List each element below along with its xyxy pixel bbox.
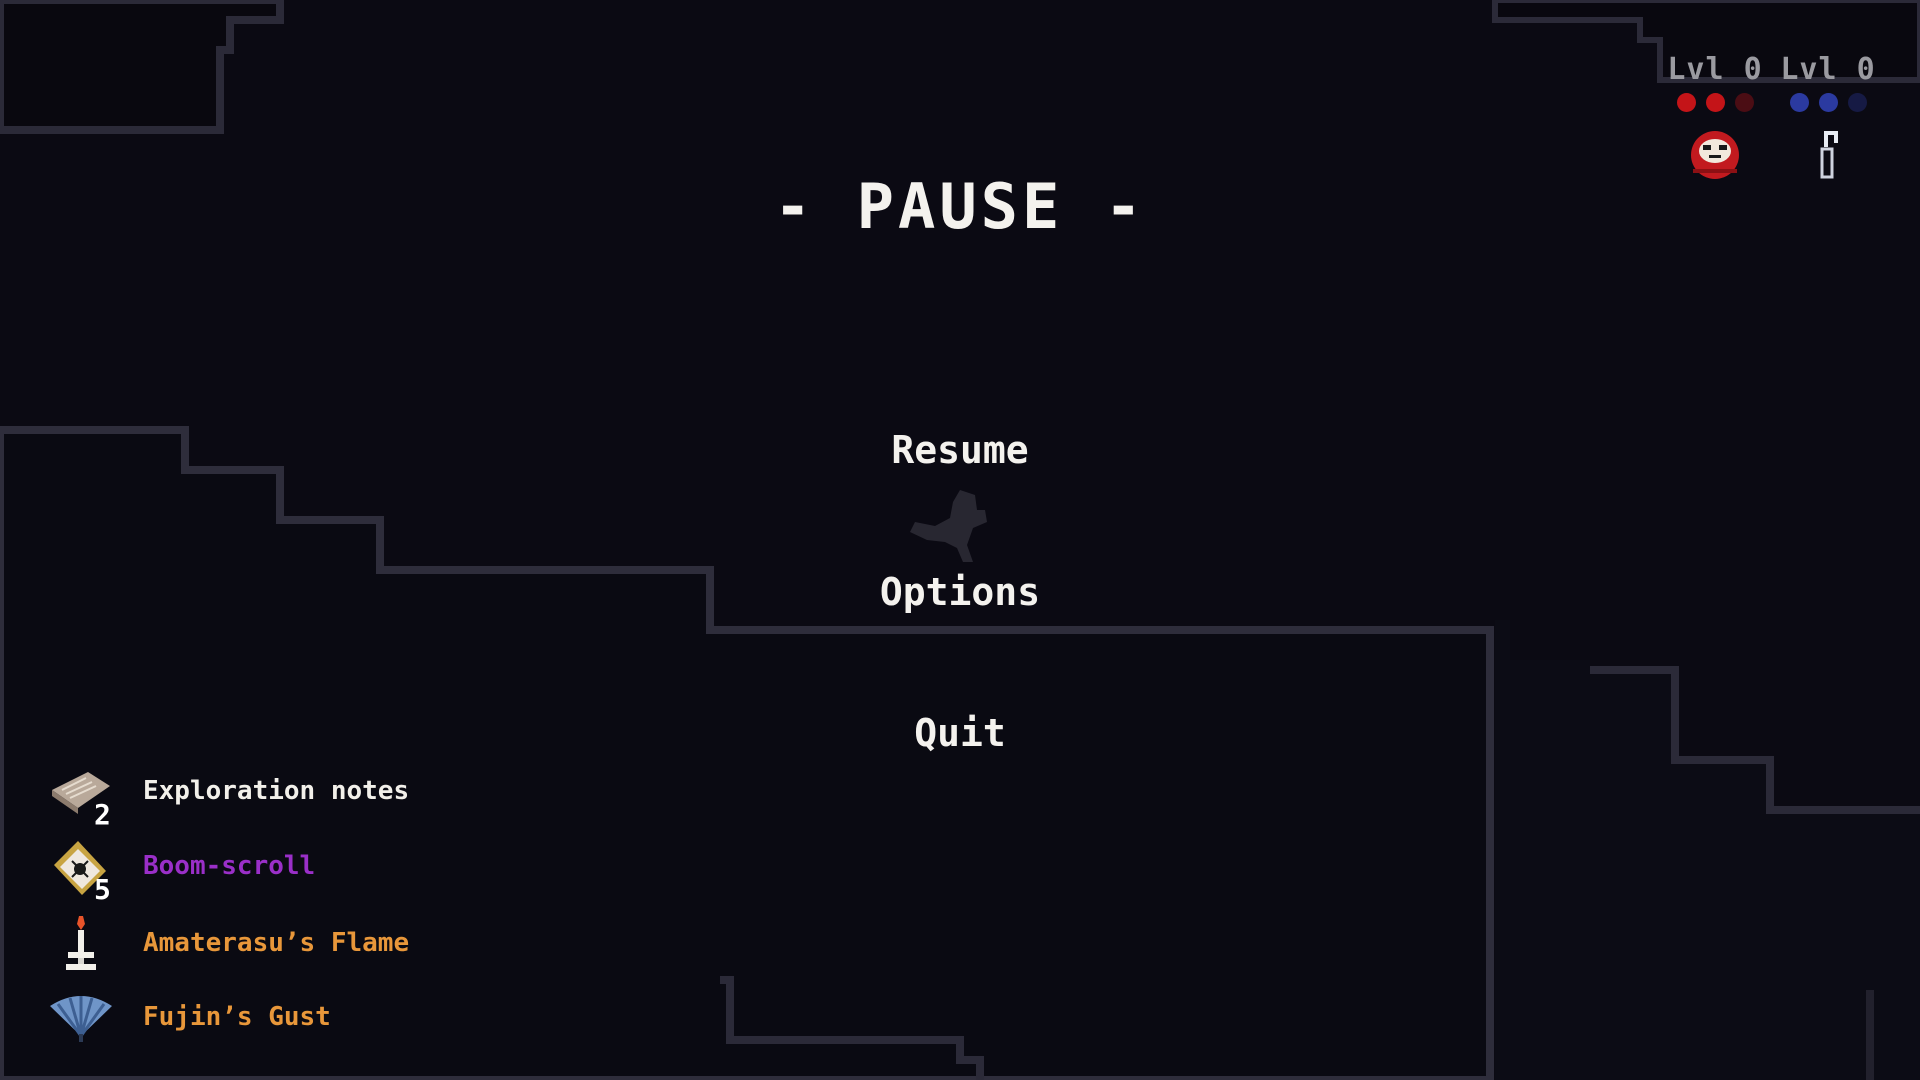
fan-icon — [50, 996, 112, 1042]
resume-button[interactable]: Resume — [0, 428, 1920, 472]
health-dot-empty — [1734, 93, 1754, 112]
player-silhouette — [910, 490, 987, 562]
health-dot-filled — [1676, 93, 1696, 112]
pause-title: - PAUSE - — [774, 170, 1146, 243]
player-one-health-dots — [1660, 93, 1770, 113]
inventory-count: 5 — [94, 873, 111, 906]
player-one-level: Lvl 0 — [1667, 52, 1763, 87]
health-dot-filled — [1705, 93, 1725, 112]
quit-button[interactable]: Quit — [0, 711, 1920, 755]
player-two-level: Lvl 0 — [1780, 52, 1876, 87]
inventory-item-boom-scroll: 5 Boom-scroll — [48, 837, 508, 907]
health-dot-filled — [1789, 93, 1809, 112]
inventory-item-amaterasus-flame: Amaterasu’s Flame — [48, 914, 508, 984]
inventory-label: Boom-scroll — [143, 851, 316, 881]
player-two-health-dots — [1773, 93, 1883, 113]
inventory-label: Fujin’s Gust — [143, 1002, 331, 1032]
inventory-label: Amaterasu’s Flame — [143, 928, 410, 958]
inventory-count: 2 — [94, 798, 111, 831]
inventory-item-exploration-notes: 2 Exploration notes — [48, 762, 508, 832]
daruma-icon — [1691, 131, 1739, 179]
candle-icon — [66, 916, 96, 970]
inventory-label: Exploration notes — [143, 776, 410, 806]
player-two-status: Lvl 0 — [1773, 52, 1883, 185]
health-dot-filled — [1818, 93, 1838, 112]
player-one-status: Lvl 0 — [1660, 52, 1770, 185]
options-button[interactable]: Options — [0, 570, 1920, 614]
tool-figure-icon — [1820, 131, 1838, 179]
health-dot-empty — [1847, 93, 1867, 112]
inventory-item-fujins-gust: Fujin’s Gust — [48, 988, 508, 1058]
